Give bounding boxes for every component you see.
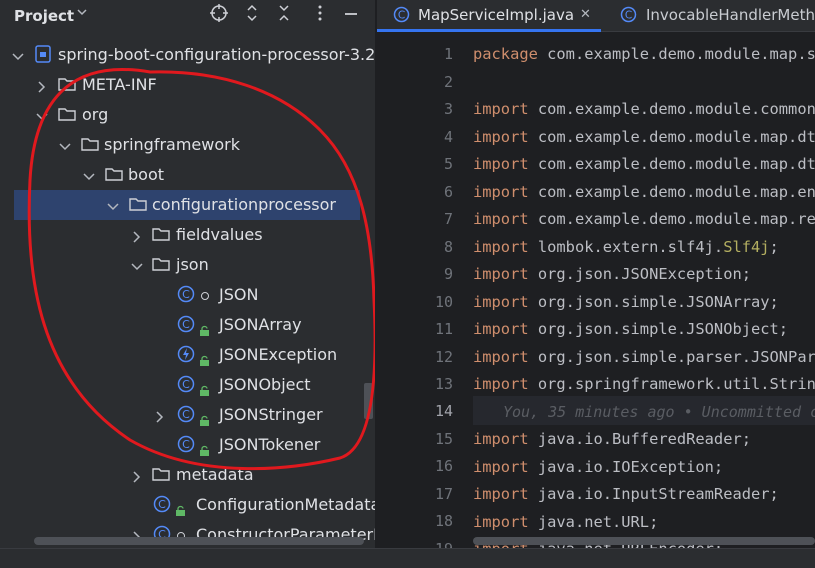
line-number: 11 <box>434 320 453 338</box>
code-editor: C MapServiceImpl.java ✕ C InvocableHandl… <box>377 0 815 548</box>
keyword: package <box>473 45 538 63</box>
code-text: com.example.demo.module.map.entity.MapEn… <box>537 183 815 201</box>
line-number: 3 <box>443 100 453 118</box>
class-icon: C <box>620 6 637 23</box>
keyword: import <box>473 458 529 476</box>
code-text: ; <box>769 238 779 256</box>
line-number: 6 <box>443 183 453 201</box>
keyword: import <box>473 183 529 201</box>
keyword: import <box>473 485 529 503</box>
svg-text:C: C <box>625 10 632 22</box>
git-blame-inlay[interactable]: You, 35 minutes ago • Uncommitted change… <box>503 403 815 421</box>
code-line[interactable]: import com.example.demo.module.common.Ap… <box>473 100 815 118</box>
keyword: import <box>473 513 529 531</box>
code-text: com.example.demo.module.map.repository.M… <box>537 210 815 228</box>
code-text: org.json.simple.parser.JSONParser; <box>537 348 815 366</box>
code-line[interactable]: import com.example.demo.module.map.entit… <box>473 183 815 201</box>
keyword: import <box>473 320 529 338</box>
keyword: import <box>473 210 529 228</box>
code-text: java.io.BufferedReader; <box>528 430 751 448</box>
code-text: com.example.demo.module.common.ApiRespon… <box>537 100 815 118</box>
tab-mapserviceimpl[interactable]: C MapServiceImpl.java ✕ <box>377 0 601 32</box>
line-number: 1 <box>443 45 453 63</box>
line-number: 9 <box>443 265 453 283</box>
class-icon: C <box>393 6 410 23</box>
keyword: import <box>473 155 529 173</box>
line-number: 8 <box>443 238 453 256</box>
tab-label: InvocableHandlerMethod.java <box>646 6 815 24</box>
editor-tab-bar: C MapServiceImpl.java ✕ C InvocableHandl… <box>377 0 815 32</box>
code-line[interactable]: import java.io.InputStreamReader; <box>473 485 779 503</box>
code-line[interactable]: import java.net.URL; <box>473 513 658 531</box>
code-line[interactable]: import java.io.IOException; <box>473 458 723 476</box>
keyword: import <box>473 430 529 448</box>
project-panel: Project spring-boot-configuration-proces… <box>0 0 375 567</box>
line-number: 12 <box>434 348 453 366</box>
keyword: import <box>473 128 529 146</box>
keyword: import <box>473 238 529 256</box>
code-text: org.json.simple.JSONObject; <box>528 320 789 338</box>
line-number: 2 <box>443 73 453 91</box>
tab-label: MapServiceImpl.java <box>418 6 575 24</box>
code-line[interactable]: import com.example.demo.module.map.repos… <box>473 210 815 228</box>
code-line[interactable]: import org.json.simple.JSONObject; <box>473 320 788 338</box>
code-line[interactable]: import org.json.simple.parser.JSONParser… <box>473 348 815 366</box>
horizontal-scrollbar[interactable] <box>473 537 815 545</box>
keyword: import <box>473 348 529 366</box>
code-text: com.example.demo.module.map.dto.MapRespo… <box>537 155 815 173</box>
code-text: com.example.demo.module.map.service; <box>547 45 815 63</box>
keyword: import <box>473 100 529 118</box>
line-number: 7 <box>443 210 453 228</box>
keyword: import <box>473 293 529 311</box>
code-text: org.json.simple.JSONArray; <box>528 293 779 311</box>
line-number: 15 <box>434 430 453 448</box>
line-number: 10 <box>434 293 453 311</box>
code-text: com.example.demo.module.map.dto.MapReque… <box>537 128 815 146</box>
annotation-circle <box>27 67 375 471</box>
line-number: 17 <box>434 485 453 503</box>
line-number: 14 <box>434 402 453 420</box>
line-number: 5 <box>443 155 453 173</box>
keyword: import <box>473 265 529 283</box>
code-text: java.net.URL; <box>528 513 659 531</box>
line-number: 13 <box>434 375 453 393</box>
code-text: java.io.IOException; <box>528 458 724 476</box>
code-line[interactable]: import com.example.demo.module.map.dto.M… <box>473 155 815 173</box>
code-line[interactable]: import com.example.demo.module.map.dto.M… <box>473 128 815 146</box>
code-text: lombok.extern.slf4j. <box>528 238 724 256</box>
status-bar <box>0 548 815 568</box>
line-number-gutter: 1 2 3 4 5 6 7 8 9 10 11 12 13 14 15 16 1… <box>377 31 467 548</box>
line-number: 18 <box>434 512 453 530</box>
code-line[interactable]: import org.springframework.util.StringUt… <box>473 375 815 393</box>
code-line[interactable]: import java.io.BufferedReader; <box>473 430 751 448</box>
close-icon[interactable]: ✕ <box>580 7 591 22</box>
keyword: import <box>473 375 529 393</box>
code-line[interactable]: package com.example.demo.module.map.serv… <box>473 45 815 63</box>
tab-invocablehandlermethod[interactable]: C InvocableHandlerMethod.java <box>613 0 815 31</box>
code-line[interactable]: import lombok.extern.slf4j.Slf4j; <box>473 238 779 256</box>
code-text: org.springframework.util.StringUtils; <box>537 375 815 393</box>
code-line[interactable]: import org.json.JSONException; <box>473 265 751 283</box>
code-text: java.io.InputStreamReader; <box>528 485 779 503</box>
line-number: 16 <box>434 457 453 475</box>
code-line[interactable]: import org.json.simple.JSONArray; <box>473 293 779 311</box>
svg-text:C: C <box>398 10 405 22</box>
line-number: 4 <box>443 128 453 146</box>
line-number: 19 <box>377 540 453 548</box>
annotation-text: Slf4j <box>723 238 770 256</box>
code-text: org.json.JSONException; <box>528 265 751 283</box>
